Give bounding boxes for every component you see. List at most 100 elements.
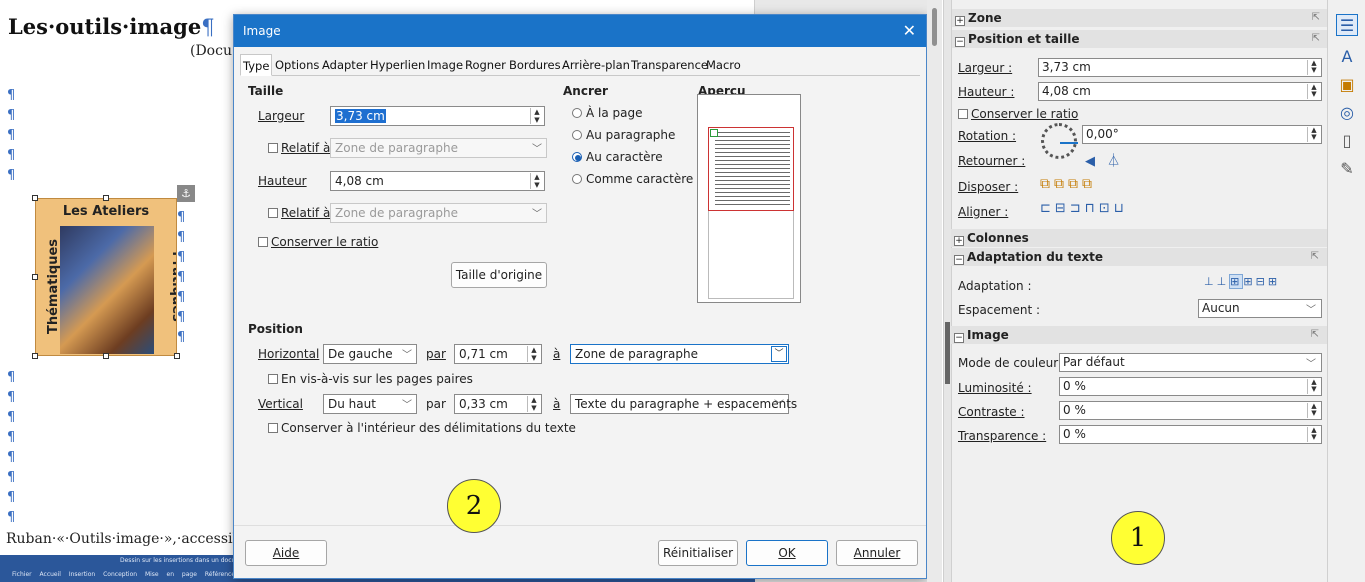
zone-section[interactable]: + Zone ⇱: [952, 9, 1328, 27]
ancre-comme-caractere-radio[interactable]: Comme caractère: [572, 172, 693, 186]
anchor-icon[interactable]: ⚓: [177, 185, 195, 202]
sb-couleur-label: Mode de couleur :: [958, 356, 1066, 370]
image-dialog: Image ✕ Type Options Adapter Hyperlien I…: [233, 14, 927, 579]
arrange-icons[interactable]: ⧉⧉⧉⧉: [1040, 176, 1096, 192]
sb-contraste-spinbox[interactable]: 0 % ▲ ▼: [1059, 401, 1322, 420]
conserver-ratio-checkbox[interactable]: Conserver le ratio: [258, 235, 378, 249]
vertical-a-combo[interactable]: Texte du paragraphe + espacements ﹀: [570, 394, 797, 414]
tab-hyperlien[interactable]: Hyperlien: [368, 54, 427, 76]
document-scrollbar[interactable]: [927, 0, 942, 582]
align-icons[interactable]: ⊏⊟⊐⊓⊡⊔: [1040, 201, 1128, 216]
selection-handle[interactable]: [103, 353, 109, 359]
pilcrow-column-image: ¶ ¶ ¶ ¶ ¶ ¶ ¶: [177, 210, 186, 345]
frame-marker-icon: [710, 129, 718, 137]
more-options-icon[interactable]: ⇱: [1311, 326, 1319, 344]
tab-rogner[interactable]: Rogner: [463, 54, 508, 76]
vis-a-vis-checkbox[interactable]: En vis-à-vis sur les pages paires: [268, 372, 473, 386]
chevron-down-icon[interactable]: ﹀: [771, 346, 787, 362]
spin-arrows-icon[interactable]: ▲ ▼: [1307, 127, 1320, 142]
spin-arrows-icon[interactable]: ▲ ▼: [530, 173, 543, 189]
tab-arriere-plan[interactable]: Arrière-plan: [560, 54, 632, 76]
dialog-title: Image: [243, 24, 281, 38]
selection-handle[interactable]: [32, 353, 38, 359]
help-button[interactable]: Aide: [245, 540, 327, 566]
ok-button[interactable]: OK: [746, 540, 828, 566]
sb-rotation-spinbox[interactable]: 0,00° ▲ ▼: [1082, 125, 1322, 144]
adaptation-section[interactable]: − Adaptation du texte ⇱: [951, 248, 1327, 266]
properties-icon[interactable]: ☰: [1336, 14, 1358, 36]
ancre-paragraphe-radio[interactable]: Au paragraphe: [572, 128, 675, 142]
sb-adaptation-label: Adaptation :: [958, 279, 1032, 293]
more-options-icon[interactable]: ⇱: [1312, 9, 1320, 27]
splitter-handle[interactable]: [945, 322, 950, 384]
position-taille-section[interactable]: − Position et taille ⇱: [952, 30, 1328, 48]
sb-luminosite-spinbox[interactable]: 0 % ▲ ▼: [1059, 377, 1322, 396]
sb-transparence-label: Transparence :: [958, 429, 1047, 443]
image-artwork: [60, 226, 154, 354]
more-options-icon[interactable]: ⇱: [1312, 30, 1320, 48]
horizontal-a-combo[interactable]: Zone de paragraphe ﹀: [570, 344, 789, 364]
spin-arrows-icon[interactable]: ▲ ▼: [530, 108, 543, 124]
sb-hauteur-label: Hauteur :: [958, 85, 1015, 99]
scrollbar-thumb[interactable]: [932, 8, 937, 46]
spin-arrows-icon[interactable]: ▲ ▼: [527, 396, 540, 412]
page-icon[interactable]: ▯: [1336, 130, 1358, 152]
sb-hauteur-spinbox[interactable]: 4,08 cm ▲ ▼: [1038, 82, 1322, 101]
sb-couleur-combo[interactable]: Par défaut ﹀: [1059, 353, 1322, 372]
spin-arrows-icon[interactable]: ▲ ▼: [1307, 84, 1320, 99]
ancre-caractere-radio[interactable]: Au caractère: [572, 150, 663, 164]
sb-transparence-spinbox[interactable]: 0 % ▲ ▼: [1059, 425, 1322, 444]
gallery-icon[interactable]: ▣: [1336, 74, 1358, 96]
spin-arrows-icon[interactable]: ▲ ▼: [1307, 427, 1320, 442]
selected-image[interactable]: Les Ateliers Thématiques Pratiques: [35, 198, 177, 356]
vertical-combo[interactable]: Du haut ﹀: [323, 394, 417, 414]
largeur-label: Largeur: [258, 109, 305, 123]
conserver-interieur-checkbox[interactable]: Conserver à l'intérieur des délimitation…: [268, 421, 576, 435]
image-section[interactable]: − Image ⇱: [951, 326, 1327, 344]
selection-handle[interactable]: [32, 195, 38, 201]
dialog-titlebar[interactable]: Image ✕: [234, 15, 926, 47]
navigator-icon[interactable]: ◎: [1336, 102, 1358, 124]
close-icon[interactable]: ✕: [903, 21, 916, 40]
tab-options[interactable]: Options: [273, 54, 321, 76]
rotation-dial-icon[interactable]: [1041, 123, 1078, 159]
tab-adapter[interactable]: Adapter: [320, 54, 370, 76]
hauteur-spinbox[interactable]: 4,08 cm ▲ ▼: [330, 171, 545, 191]
spin-arrows-icon[interactable]: ▲ ▼: [527, 346, 540, 362]
chevron-down-icon: ﹀: [532, 209, 542, 220]
sb-largeur-spinbox[interactable]: 3,73 cm ▲ ▼: [1038, 58, 1322, 77]
cancel-button[interactable]: Annuler: [836, 540, 918, 566]
taille-origine-button[interactable]: Taille d'origine: [451, 262, 547, 288]
horizontal-par-spinbox[interactable]: 0,71 cm ▲ ▼: [454, 344, 542, 364]
tab-macro[interactable]: Macro: [704, 54, 743, 76]
horizontal-combo[interactable]: De gauche ﹀: [323, 344, 417, 364]
spin-arrows-icon[interactable]: ▲ ▼: [1307, 403, 1320, 418]
sb-ratio-checkbox[interactable]: Conserver le ratio: [958, 107, 1078, 121]
styles-icon[interactable]: A: [1336, 46, 1358, 68]
callout-1: 1: [1111, 511, 1165, 565]
sb-disposer-label: Disposer :: [958, 180, 1019, 194]
selection-handle[interactable]: [32, 274, 38, 280]
tab-image[interactable]: Image: [425, 54, 465, 76]
selection-handle[interactable]: [103, 195, 109, 201]
ancre-page-radio[interactable]: À la page: [572, 106, 643, 120]
more-options-icon[interactable]: ⇱: [1311, 248, 1319, 266]
document-title: Les·outils·image¶: [8, 14, 215, 39]
largeur-spinbox[interactable]: 3,73 cm ▲ ▼: [330, 106, 545, 126]
reset-button[interactable]: Réinitialiser: [658, 540, 738, 566]
tab-bordures[interactable]: Bordures: [507, 54, 563, 76]
selection-handle[interactable]: [174, 353, 180, 359]
tab-transparence[interactable]: Transparence: [629, 54, 710, 76]
sidebar-splitter[interactable]: [943, 0, 951, 582]
flip-icons[interactable]: ◀ ⏃: [1085, 150, 1124, 169]
sb-espacement-combo[interactable]: Aucun ﹀: [1198, 299, 1322, 318]
vertical-par-spinbox[interactable]: 0,33 cm ▲ ▼: [454, 394, 542, 414]
relatif-hauteur-checkbox[interactable]: Relatif à: [268, 206, 330, 220]
tab-type[interactable]: Type: [240, 54, 273, 76]
style-inspector-icon[interactable]: ✎: [1336, 158, 1358, 180]
spin-arrows-icon[interactable]: ▲ ▼: [1307, 379, 1320, 394]
spin-arrows-icon[interactable]: ▲ ▼: [1307, 60, 1320, 75]
wrap-mode-icons[interactable]: ⊥⊥⊞⊞⊟⊞: [1204, 274, 1280, 289]
relatif-largeur-checkbox[interactable]: Relatif à: [268, 141, 330, 155]
colonnes-section[interactable]: + Colonnes: [951, 229, 1327, 247]
